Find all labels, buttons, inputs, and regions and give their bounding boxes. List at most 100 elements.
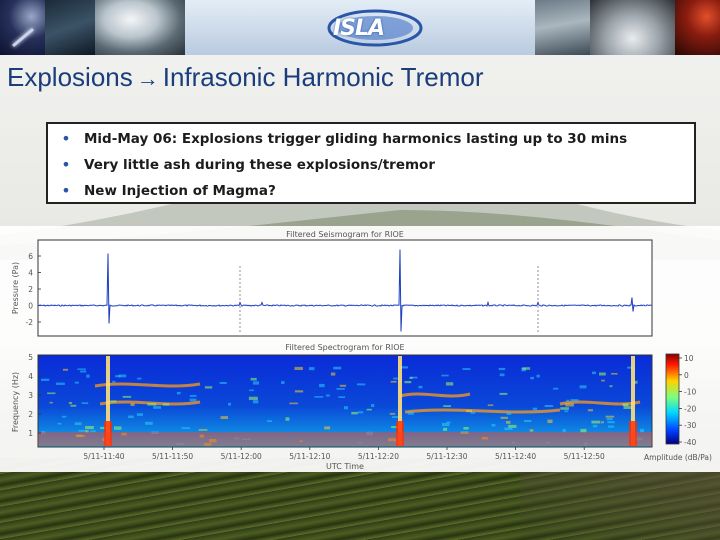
bullet-box: • Mid-May 06: Explosions trigger gliding… (46, 122, 696, 204)
y-tick-label: 1 (28, 429, 33, 438)
spectral-speckle (248, 396, 258, 401)
spectral-speckle (491, 423, 496, 427)
spectral-speckle (532, 407, 538, 411)
x-tick-label: 5/11-12:20 (358, 452, 399, 461)
seismogram-title: Filtered Seismogram for RIOE (286, 230, 404, 239)
spectral-speckle (565, 403, 574, 407)
spectral-speckle (294, 390, 304, 393)
spectral-speckle (522, 367, 531, 370)
spectral-speckle (446, 421, 451, 424)
colorbar-tick-label: -20 (684, 404, 696, 413)
y-tick-label: 2 (28, 285, 33, 294)
spectral-speckle (409, 376, 413, 379)
seismogram-spectrogram-figure: Filtered Seismogram for RIOE Pressure (P… (0, 226, 720, 472)
spectral-speckle (289, 402, 298, 405)
y-tick-label: 5 (28, 353, 33, 362)
spectral-speckle (41, 378, 50, 381)
colorbar: 10 0 -10 -20 -30 -40 Amplitude (dB/Pa) (644, 353, 712, 462)
spectral-speckle (324, 426, 331, 430)
colorbar-label: Amplitude (dB/Pa) (644, 453, 712, 462)
x-tick-label: 5/11-11:50 (152, 452, 193, 461)
spectral-speckle (560, 407, 569, 410)
spectral-speckle (592, 424, 598, 428)
spectral-speckle (463, 427, 469, 430)
y-tick-label: 2 (28, 410, 33, 419)
spectral-speckle (153, 405, 162, 409)
title-left: Explosions (7, 62, 133, 92)
spectral-speckle (599, 372, 606, 376)
spectral-speckle (529, 429, 534, 432)
spectral-speckle (128, 415, 134, 419)
spectral-speckle (176, 391, 181, 395)
spectral-speckle (326, 394, 330, 397)
spectral-speckle (294, 366, 303, 371)
spectral-speckle (553, 387, 559, 390)
spectral-speckle (130, 403, 135, 406)
spectral-speckle (443, 427, 448, 431)
spectral-speckle (336, 388, 345, 390)
spectral-speckle (314, 396, 324, 398)
y-tick-label: 6 (28, 252, 33, 261)
banner-photo-dark (45, 0, 95, 55)
bullet-item: • Very little ash during these explosion… (48, 154, 694, 180)
spectral-speckle (462, 368, 471, 370)
spectral-speckle (339, 384, 347, 387)
spectral-speckle (566, 399, 570, 402)
x-tick-label: 5/11-12:40 (495, 452, 536, 461)
spectral-speckle (56, 382, 65, 385)
bullet-marker: • (61, 129, 71, 148)
y-tick-label: 4 (28, 269, 33, 278)
spectral-speckle (570, 399, 579, 402)
y-tick-label: -2 (26, 318, 34, 327)
bullet-text: Very little ash during these explosions/… (84, 157, 435, 173)
spectral-speckle (607, 421, 615, 424)
spectral-speckle (564, 410, 569, 413)
spectral-speckle (77, 368, 86, 370)
spectral-speckle (189, 398, 197, 402)
spectral-speckle (445, 382, 454, 386)
spectral-speckle (371, 404, 375, 408)
x-tick-label: 5/11-12:10 (289, 452, 330, 461)
spectral-speckle (228, 402, 232, 406)
spectral-speckle (118, 374, 127, 378)
arrow-right-icon: → (136, 66, 159, 91)
spectral-speckle (281, 381, 285, 384)
spectral-speckle (114, 426, 122, 430)
bullet-text: New Injection of Magma? (84, 183, 276, 199)
spectral-speckle (85, 426, 94, 430)
spectral-speckle (498, 367, 506, 371)
photo-banner: ISLA (0, 0, 720, 55)
spectral-speckle (592, 371, 596, 375)
spectral-speckle (267, 420, 273, 423)
spectral-speckle (441, 374, 449, 377)
spectral-speckle (68, 402, 73, 405)
bullet-item: • Mid-May 06: Explosions trigger gliding… (48, 128, 694, 154)
x-tick-label: 5/11-12:50 (564, 452, 605, 461)
page-title: Explosions → Infrasonic Harmonic Tremor (7, 62, 484, 93)
banner-photo-lava (675, 0, 720, 55)
seismogram-panel: Filtered Seismogram for RIOE Pressure (P… (11, 230, 653, 337)
spectral-speckle (390, 380, 397, 383)
spectral-speckle (606, 417, 613, 421)
spectral-speckle (366, 408, 372, 411)
x-axis-label: UTC Time (326, 462, 364, 471)
spectral-speckle (530, 376, 534, 380)
spectrogram-title: Filtered Spectrogram for RIOE (285, 343, 404, 352)
spectral-speckle (147, 403, 157, 406)
spectral-speckle (219, 382, 227, 385)
spectral-speckle (605, 415, 615, 418)
low-frequency-band (38, 432, 652, 446)
spectral-speckle (86, 374, 90, 378)
bullet-marker: • (61, 181, 71, 200)
spectral-speckle (536, 374, 540, 378)
y-tick-label: 0 (28, 302, 33, 311)
spectral-speckle (591, 420, 601, 424)
harmonic-band (399, 392, 471, 398)
spectral-speckle (198, 429, 208, 431)
spectral-speckle (220, 416, 229, 419)
spectral-speckle (623, 405, 633, 410)
spectral-speckle (80, 370, 87, 373)
spectral-speckle (338, 396, 346, 398)
spectral-speckle (487, 404, 494, 407)
spectral-speckle (162, 403, 170, 406)
